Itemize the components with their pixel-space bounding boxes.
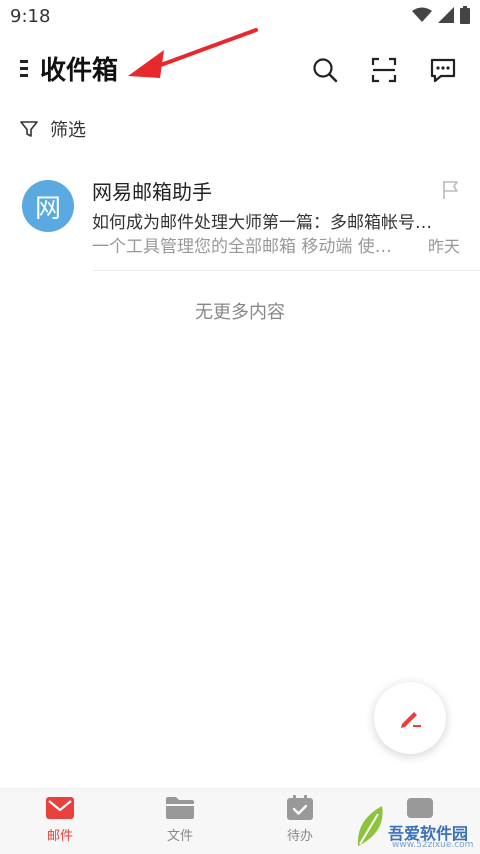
avatar: 网 bbox=[22, 180, 74, 232]
flag-icon[interactable] bbox=[442, 180, 460, 200]
annotation-arrow-icon bbox=[128, 28, 258, 78]
tab-file[interactable]: 文件 bbox=[140, 795, 220, 851]
watermark-url: www.52zixue.com bbox=[392, 840, 474, 850]
tab-todo[interactable]: 待办 bbox=[260, 795, 340, 851]
menu-icon[interactable] bbox=[20, 60, 32, 78]
signal-icon bbox=[438, 7, 454, 23]
mail-sender: 网易邮箱助手 bbox=[92, 180, 212, 204]
wifi-icon bbox=[412, 7, 432, 22]
filter-label: 筛选 bbox=[50, 120, 86, 141]
tab-mail-label: 邮件 bbox=[46, 829, 73, 844]
scan-button[interactable] bbox=[368, 54, 400, 86]
chat-icon bbox=[430, 58, 456, 83]
mail-date: 昨天 bbox=[427, 237, 460, 256]
compose-button[interactable] bbox=[374, 682, 446, 754]
search-icon bbox=[313, 58, 338, 83]
tab-mail[interactable]: 邮件 bbox=[20, 795, 100, 851]
leaf-logo-icon bbox=[357, 806, 383, 846]
watermark-logo: 吾爱软件园 www.52zixue.com bbox=[352, 796, 480, 854]
mail-list-item[interactable]: 网 网易邮箱助手 如何成为邮件处理大师第一篇：多邮箱帐号… 一个工具管理您的全部… bbox=[0, 170, 480, 272]
scan-icon bbox=[371, 57, 397, 83]
filter-icon bbox=[20, 121, 38, 137]
status-time: 9:18 bbox=[10, 6, 51, 27]
tab-todo-label: 待办 bbox=[286, 829, 313, 844]
list-end-text: 无更多内容 bbox=[195, 302, 285, 323]
status-icons bbox=[412, 6, 470, 24]
page-title[interactable]: 收件箱 bbox=[40, 50, 118, 87]
calendar-check-icon bbox=[287, 795, 313, 820]
mail-subject: 如何成为邮件处理大师第一篇：多邮箱帐号… bbox=[92, 213, 432, 233]
search-button[interactable] bbox=[309, 54, 341, 86]
mail-preview: 一个工具管理您的全部邮箱 移动端 使… bbox=[92, 237, 392, 257]
filter-button[interactable]: 筛选 bbox=[20, 116, 86, 142]
battery-icon bbox=[460, 6, 470, 24]
chat-button[interactable] bbox=[427, 54, 459, 86]
folder-icon bbox=[166, 797, 194, 819]
pencil-icon bbox=[401, 712, 421, 728]
divider bbox=[92, 270, 480, 271]
mail-icon bbox=[46, 797, 74, 819]
tab-file-label: 文件 bbox=[166, 829, 193, 844]
